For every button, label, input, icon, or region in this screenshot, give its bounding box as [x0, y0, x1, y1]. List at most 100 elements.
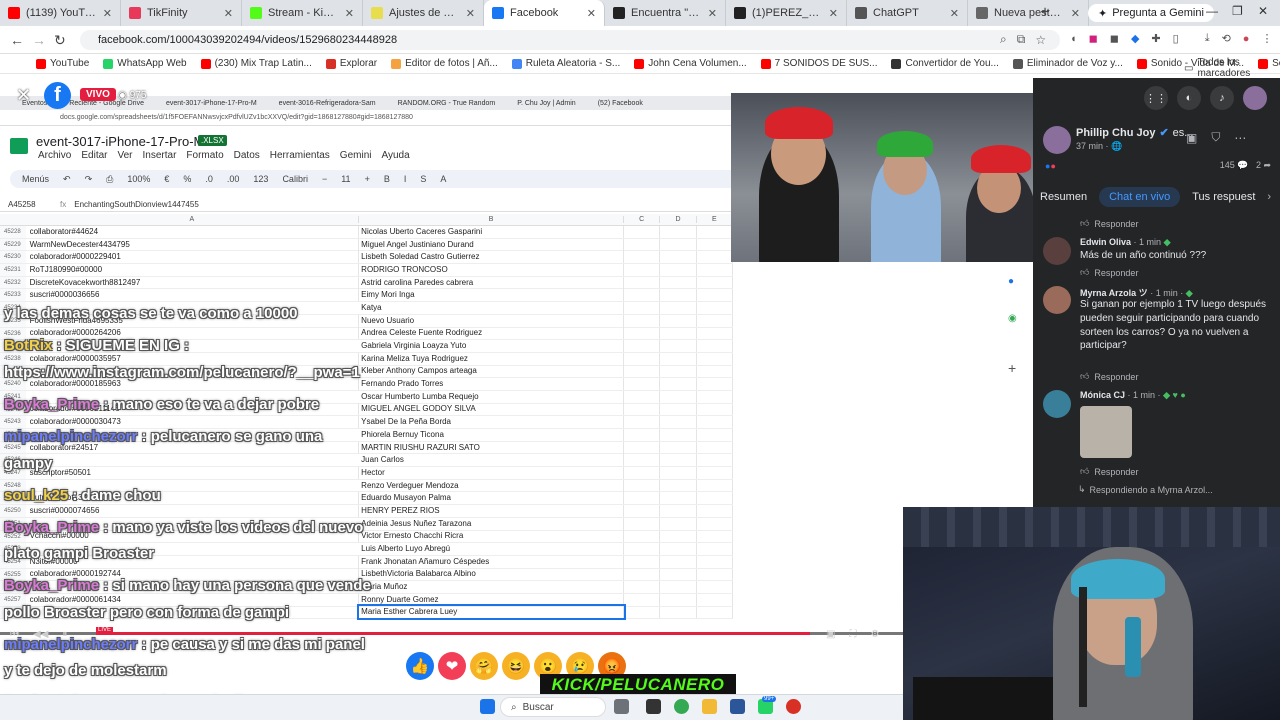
commenter-name[interactable]: Edwin Oliva · 1 min ◆ [1080, 237, 1170, 248]
extension-icon[interactable]: ◼ [1089, 32, 1098, 45]
close-tab-icon[interactable]: ✕ [466, 7, 475, 20]
pause-icon[interactable]: ⏸ [62, 629, 67, 640]
reaction-button[interactable]: 👍 [406, 652, 434, 680]
bookmark-item[interactable]: Ruleta Aleatoria - S... [511, 58, 620, 69]
reaction-button[interactable]: 😆 [502, 652, 530, 680]
commenter-avatar[interactable] [1043, 390, 1071, 418]
commenter-avatar[interactable] [1043, 237, 1071, 265]
tab-your-responses[interactable]: Tus respuest [1192, 191, 1255, 203]
bookmark-item[interactable]: WhatsApp Web [103, 58, 187, 69]
messenger-icon[interactable]: ◐ [1177, 86, 1201, 110]
forward-icon[interactable]: → [32, 32, 46, 48]
like-icon[interactable]: 👍︎ [1080, 466, 1089, 477]
all-bookmarks[interactable]: ▭ Todos los marcadores [1184, 57, 1280, 79]
chat-message: soul_k25 : dame chou [4, 487, 161, 504]
bookmark-star-icon[interactable]: ☆ [1035, 33, 1046, 47]
taskbar-app-icon[interactable] [786, 699, 801, 714]
like-icon[interactable]: 👍︎ [1080, 218, 1089, 229]
tab-summary[interactable]: Resumen [1040, 191, 1087, 203]
menu-icon[interactable]: ⋮ [1261, 32, 1272, 45]
reaction-button[interactable]: 🤗 [470, 652, 498, 680]
close-tab-icon[interactable]: ✕ [1071, 7, 1080, 20]
fullscreen-icon[interactable]: ⛶ [849, 629, 856, 640]
windows-start-icon[interactable] [480, 699, 495, 714]
maximize-button[interactable]: ❐ [1232, 4, 1243, 18]
apps-grid-icon[interactable]: ⋮⋮ [1144, 86, 1168, 110]
minimize-button[interactable]: — [1206, 4, 1218, 18]
commenter-avatar[interactable] [1043, 286, 1071, 314]
bookmark-item[interactable]: Convertidor de You... [891, 58, 999, 69]
extension-icon[interactable]: ◆ [1131, 32, 1139, 45]
audio-icon[interactable]: ◖ [1070, 33, 1077, 45]
taskbar-search[interactable]: ⌕ Buscar [500, 697, 606, 717]
save-icon[interactable]: ▣ [1186, 131, 1197, 145]
reaction-button[interactable]: ❤ [438, 652, 466, 680]
sheet-grid: 45228 collaborator#44624 Nicolas Uberto Ca… [0, 225, 733, 626]
zoom-icon[interactable]: ⌕ [1000, 32, 1007, 47]
close-tab-icon[interactable]: ✕ [224, 7, 233, 20]
extension-icon[interactable]: ◼ [1110, 32, 1119, 45]
gemini-icon: ✦ [1098, 7, 1108, 20]
notifications-icon[interactable]: ♪ [1210, 86, 1234, 110]
cast-icon[interactable]: ⧉ [1017, 32, 1026, 47]
empty-cell [660, 416, 697, 428]
taskbar-app-icon[interactable] [614, 699, 629, 714]
browser-tab[interactable]: Ajustes de TTS de K ✕ [363, 0, 484, 26]
host-avatar[interactable] [1043, 126, 1071, 154]
close-tab-icon[interactable]: ✕ [829, 7, 838, 20]
empty-cell [697, 593, 733, 606]
browser-tab[interactable]: Stream - Kick Dashb ✕ [242, 0, 363, 26]
bookmark-item[interactable]: 7 SONIDOS DE SUS... [760, 58, 877, 69]
close-tab-icon[interactable]: ✕ [950, 7, 959, 20]
close-tab-icon[interactable]: ✕ [708, 7, 717, 20]
close-icon[interactable]: ✕ [16, 86, 34, 104]
word-icon[interactable] [730, 699, 745, 714]
close-tab-icon[interactable]: ✕ [345, 7, 354, 20]
tab-live-chat[interactable]: Chat en vivo [1099, 187, 1181, 207]
pip-icon[interactable]: ▣ [826, 629, 835, 640]
settings-icon[interactable]: ⚙ [870, 629, 879, 640]
close-tab-icon[interactable]: ✕ [103, 7, 112, 20]
chrome-icon[interactable] [674, 699, 689, 714]
more-icon[interactable]: ⋯ [1234, 131, 1246, 145]
folder-icon[interactable] [702, 699, 717, 714]
new-tab-button[interactable]: + [1036, 4, 1054, 22]
chevron-right-icon[interactable]: › [1267, 191, 1271, 203]
puzzle-icon[interactable]: ✚ [1151, 32, 1160, 45]
close-window-button[interactable]: ✕ [1258, 4, 1268, 18]
host-name[interactable]: Phillip Chu Joy ✔ es... [1076, 126, 1193, 140]
extension-icon[interactable]: ⟲ [1222, 32, 1231, 45]
like-icon[interactable]: 👍︎ [1080, 267, 1089, 278]
browser-tab[interactable]: Facebook ✕ [484, 0, 605, 26]
facebook-logo[interactable]: f [44, 82, 71, 109]
bookmark-item[interactable]: (230) Mix Trap Latin... [200, 58, 312, 69]
account-avatar[interactable] [1243, 86, 1267, 110]
bookmark-item[interactable]: Eliminador de Voz y... [1012, 58, 1123, 69]
sidebar-icon[interactable]: ▯ [1173, 32, 1179, 45]
browser-tab[interactable]: (1139) YouTube ✕ [0, 0, 121, 26]
gemini-button[interactable]: ✦ Pregunta a Gemini [1088, 4, 1214, 22]
column-header: E [697, 216, 734, 223]
bookmark-item[interactable]: John Cena Volumen... [634, 58, 747, 69]
commenter-name[interactable]: Mónica CJ · 1 min · ◆ ♥ ● [1080, 390, 1186, 401]
bookmark-item[interactable]: Editor de fotos | Añ... [391, 58, 498, 69]
download-icon[interactable]: ⤓ [1205, 32, 1210, 45]
url-field[interactable]: facebook.com/100043039202494/videos/1529… [80, 30, 1060, 50]
like-icon[interactable]: 👍︎ [1080, 371, 1089, 382]
reload-icon[interactable]: ↻ [54, 32, 66, 49]
bookmark-item[interactable]: YouTube [36, 58, 89, 69]
bookmark-item[interactable]: Explorar [325, 58, 377, 69]
browser-tab[interactable]: (1)PEREZ_ZX10R ✕ [726, 0, 847, 26]
shield-icon[interactable]: ⛉ [1211, 130, 1220, 145]
notification-badge: 99+ [762, 696, 777, 702]
close-tab-icon[interactable]: ✕ [587, 7, 596, 20]
skip-back-icon[interactable]: ⏮ [10, 629, 19, 640]
taskbar-app-icon[interactable] [646, 699, 661, 714]
browser-tab[interactable]: TikFinity ✕ [121, 0, 242, 26]
browser-tab[interactable]: Encuentra "NAMI R ✕ [605, 0, 726, 26]
back-icon[interactable]: ← [10, 32, 24, 48]
profile-avatar[interactable]: ● [1243, 33, 1250, 45]
rewind-icon[interactable]: ◀◀ [33, 629, 48, 640]
browser-tab[interactable]: Nueva pestaña ✕ [968, 0, 1089, 26]
browser-tab[interactable]: ChatGPT ✕ [847, 0, 968, 26]
